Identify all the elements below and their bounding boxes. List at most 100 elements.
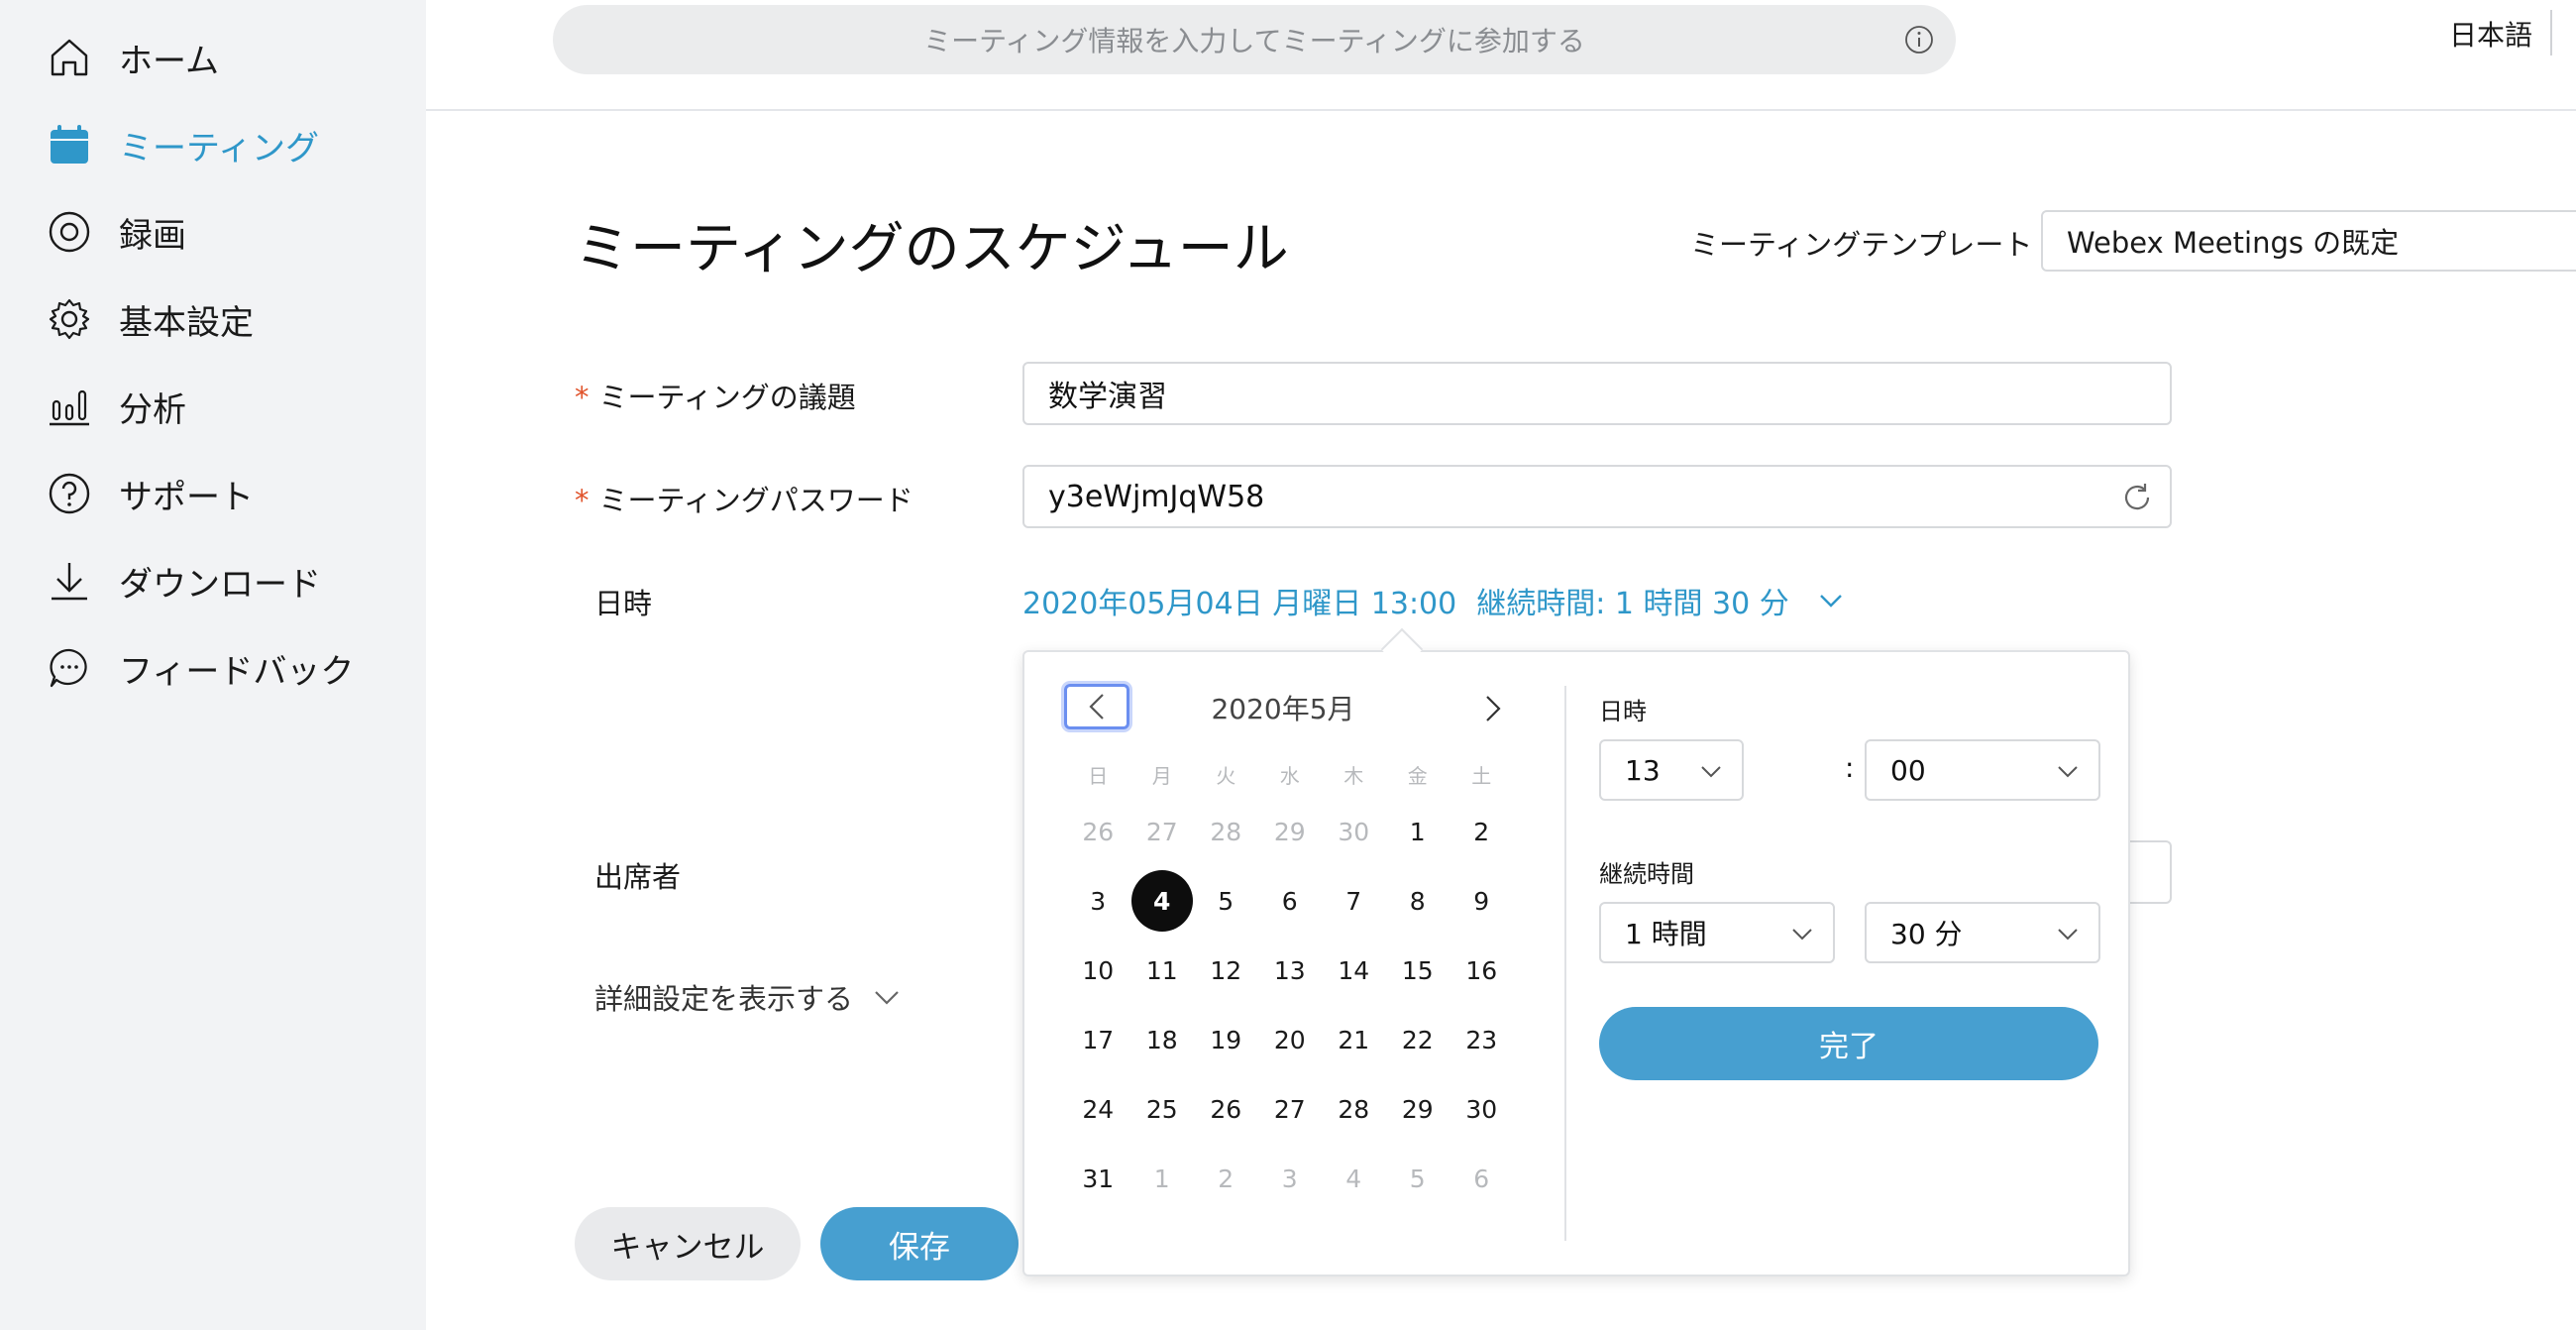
sidebar-item-preferences[interactable]: 基本設定 <box>44 289 410 349</box>
calendar-day[interactable]: 16 <box>1449 939 1514 1002</box>
chevron-right-icon <box>1486 696 1501 721</box>
calendar-day-selected[interactable]: 4 <box>1130 869 1195 933</box>
calendar-day[interactable]: 6 <box>1449 1147 1514 1210</box>
next-month-button[interactable] <box>1470 686 1516 731</box>
chevron-down-icon[interactable] <box>1815 585 1847 616</box>
refresh-icon[interactable] <box>2120 481 2154 514</box>
calendar-day[interactable]: 1 <box>1130 1147 1195 1210</box>
calendar-day[interactable]: 6 <box>1258 869 1323 933</box>
calendar-day-number: 6 <box>1473 1164 1490 1193</box>
calendar-day[interactable]: 11 <box>1130 939 1195 1002</box>
calendar-day-number: 14 <box>1338 955 1370 985</box>
calendar-day[interactable]: 22 <box>1386 1008 1450 1071</box>
calendar-day[interactable]: 8 <box>1386 869 1450 933</box>
sidebar-item-meetings[interactable]: ミーティング <box>44 115 410 174</box>
calendar-day[interactable]: 20 <box>1258 1008 1323 1071</box>
download-icon <box>44 555 95 607</box>
calendar-day[interactable]: 21 <box>1322 1008 1386 1071</box>
calendar-day[interactable]: 4 <box>1322 1147 1386 1210</box>
calendar-day[interactable]: 17 <box>1066 1008 1130 1071</box>
weekday-label: 金 <box>1407 763 1428 788</box>
password-label: * ミーティングパスワード <box>575 478 913 519</box>
weekday-label: 日 <box>1088 763 1109 788</box>
calendar-day[interactable]: 14 <box>1322 939 1386 1002</box>
duration-minutes-value: 30 分 <box>1890 918 1963 950</box>
save-button[interactable]: 保存 <box>820 1207 1019 1280</box>
calendar-day-number: 15 <box>1401 955 1434 985</box>
attendees-label: 出席者 <box>594 860 682 894</box>
calendar-day[interactable]: 30 <box>1449 1077 1514 1141</box>
calendar-day[interactable]: 9 <box>1449 869 1514 933</box>
calendar-day[interactable]: 15 <box>1386 939 1450 1002</box>
time-label: 日時 <box>1599 698 1647 725</box>
calendar-icon <box>44 119 95 170</box>
calendar-day[interactable]: 29 <box>1258 800 1323 863</box>
calendar-day[interactable]: 13 <box>1258 939 1323 1002</box>
calendar-day-number: 5 <box>1409 1164 1426 1193</box>
calendar-day[interactable]: 30 <box>1322 800 1386 863</box>
sidebar-item-downloads[interactable]: ダウンロード <box>44 551 410 610</box>
chevron-down-icon <box>1701 766 1721 778</box>
calendar-day[interactable]: 24 <box>1066 1077 1130 1141</box>
calendar-day[interactable]: 26 <box>1194 1077 1258 1141</box>
duration-minutes-select[interactable]: 30 分 <box>1865 902 2100 963</box>
calendar-week-row: 26 27 28 29 30 1 2 <box>1066 797 1514 866</box>
calendar-day[interactable]: 28 <box>1322 1077 1386 1141</box>
calendar-day[interactable]: 5 <box>1194 869 1258 933</box>
sidebar-item-recordings[interactable]: 録画 <box>44 202 410 262</box>
language-selector[interactable]: 日本語 <box>2449 14 2532 54</box>
required-mark: * <box>575 484 590 517</box>
calendar-day[interactable]: 10 <box>1066 939 1130 1002</box>
calendar-day-number: 27 <box>1273 1094 1306 1124</box>
sidebar-item-support[interactable]: サポート <box>44 464 410 523</box>
join-meeting-input[interactable]: ミーティング情報を入力してミーティングに参加する <box>553 5 1956 74</box>
calendar-day[interactable]: 29 <box>1386 1077 1450 1141</box>
calendar-day-number: 30 <box>1338 817 1370 846</box>
datetime-label: 日時 <box>594 587 653 620</box>
header-divider <box>2550 10 2552 55</box>
calendar-day[interactable]: 1 <box>1386 800 1450 863</box>
password-label-text: ミーティングパスワード <box>598 484 913 517</box>
calendar-day[interactable]: 12 <box>1194 939 1258 1002</box>
calendar-day-number: 12 <box>1210 955 1242 985</box>
calendar-day[interactable]: 18 <box>1130 1008 1195 1071</box>
advanced-label: 詳細設定を表示する <box>594 982 854 1016</box>
duration-hours-select[interactable]: 1 時間 <box>1599 902 1835 963</box>
hour-select[interactable]: 13 <box>1599 739 1744 801</box>
sidebar-item-insights[interactable]: 分析 <box>44 377 410 436</box>
calendar-day[interactable]: 27 <box>1130 800 1195 863</box>
cancel-button[interactable]: キャンセル <box>575 1207 801 1280</box>
calendar-day[interactable]: 2 <box>1194 1147 1258 1210</box>
popover-divider <box>1564 686 1566 1241</box>
calendar-day[interactable]: 5 <box>1386 1147 1450 1210</box>
sidebar-item-label: ダウンロード <box>119 564 321 605</box>
calendar-day[interactable]: 3 <box>1258 1147 1323 1210</box>
password-input[interactable]: y3eWjmJqW58 <box>1022 465 2172 528</box>
datetime-toggle[interactable]: 2020年05月04日 月曜日 13:00 継続時間: 1 時間 30 分 <box>1022 579 1847 622</box>
calendar-week-row: 345 6 7 8 9 <box>1066 866 1514 936</box>
calendar-day[interactable]: 3 <box>1066 869 1130 933</box>
weekday-header-row: 日月火水木金土 <box>1066 751 1514 797</box>
calendar-day[interactable]: 2 <box>1449 800 1514 863</box>
calendar-day[interactable]: 23 <box>1449 1008 1514 1071</box>
calendar-day[interactable]: 19 <box>1194 1008 1258 1071</box>
minute-select[interactable]: 00 <box>1865 739 2100 801</box>
hour-select-value: 13 <box>1625 753 1661 787</box>
calendar-day-number: 28 <box>1210 817 1242 846</box>
calendar-day[interactable]: 28 <box>1194 800 1258 863</box>
calendar-day[interactable]: 27 <box>1258 1077 1323 1141</box>
show-advanced-toggle[interactable]: 詳細設定を表示する <box>594 976 903 1018</box>
info-icon[interactable] <box>1904 25 1934 55</box>
topic-input[interactable]: 数学演習 <box>1022 362 2172 425</box>
datetime-value: 2020年05月04日 月曜日 13:00 <box>1022 587 1457 621</box>
done-button[interactable]: 完了 <box>1599 1007 2098 1080</box>
calendar-day-number: 10 <box>1082 955 1115 985</box>
calendar-day[interactable]: 31 <box>1066 1147 1130 1210</box>
calendar-day[interactable]: 26 <box>1066 800 1130 863</box>
calendar-day[interactable]: 7 <box>1322 869 1386 933</box>
calendar-week-row: 31 1 2 3 4 5 6 <box>1066 1144 1514 1213</box>
calendar-day[interactable]: 25 <box>1130 1077 1195 1141</box>
template-select[interactable]: Webex Meetings の既定 <box>2041 210 2576 272</box>
sidebar-item-home[interactable]: ホーム <box>44 28 410 87</box>
sidebar-item-feedback[interactable]: フィードバック <box>44 638 410 698</box>
